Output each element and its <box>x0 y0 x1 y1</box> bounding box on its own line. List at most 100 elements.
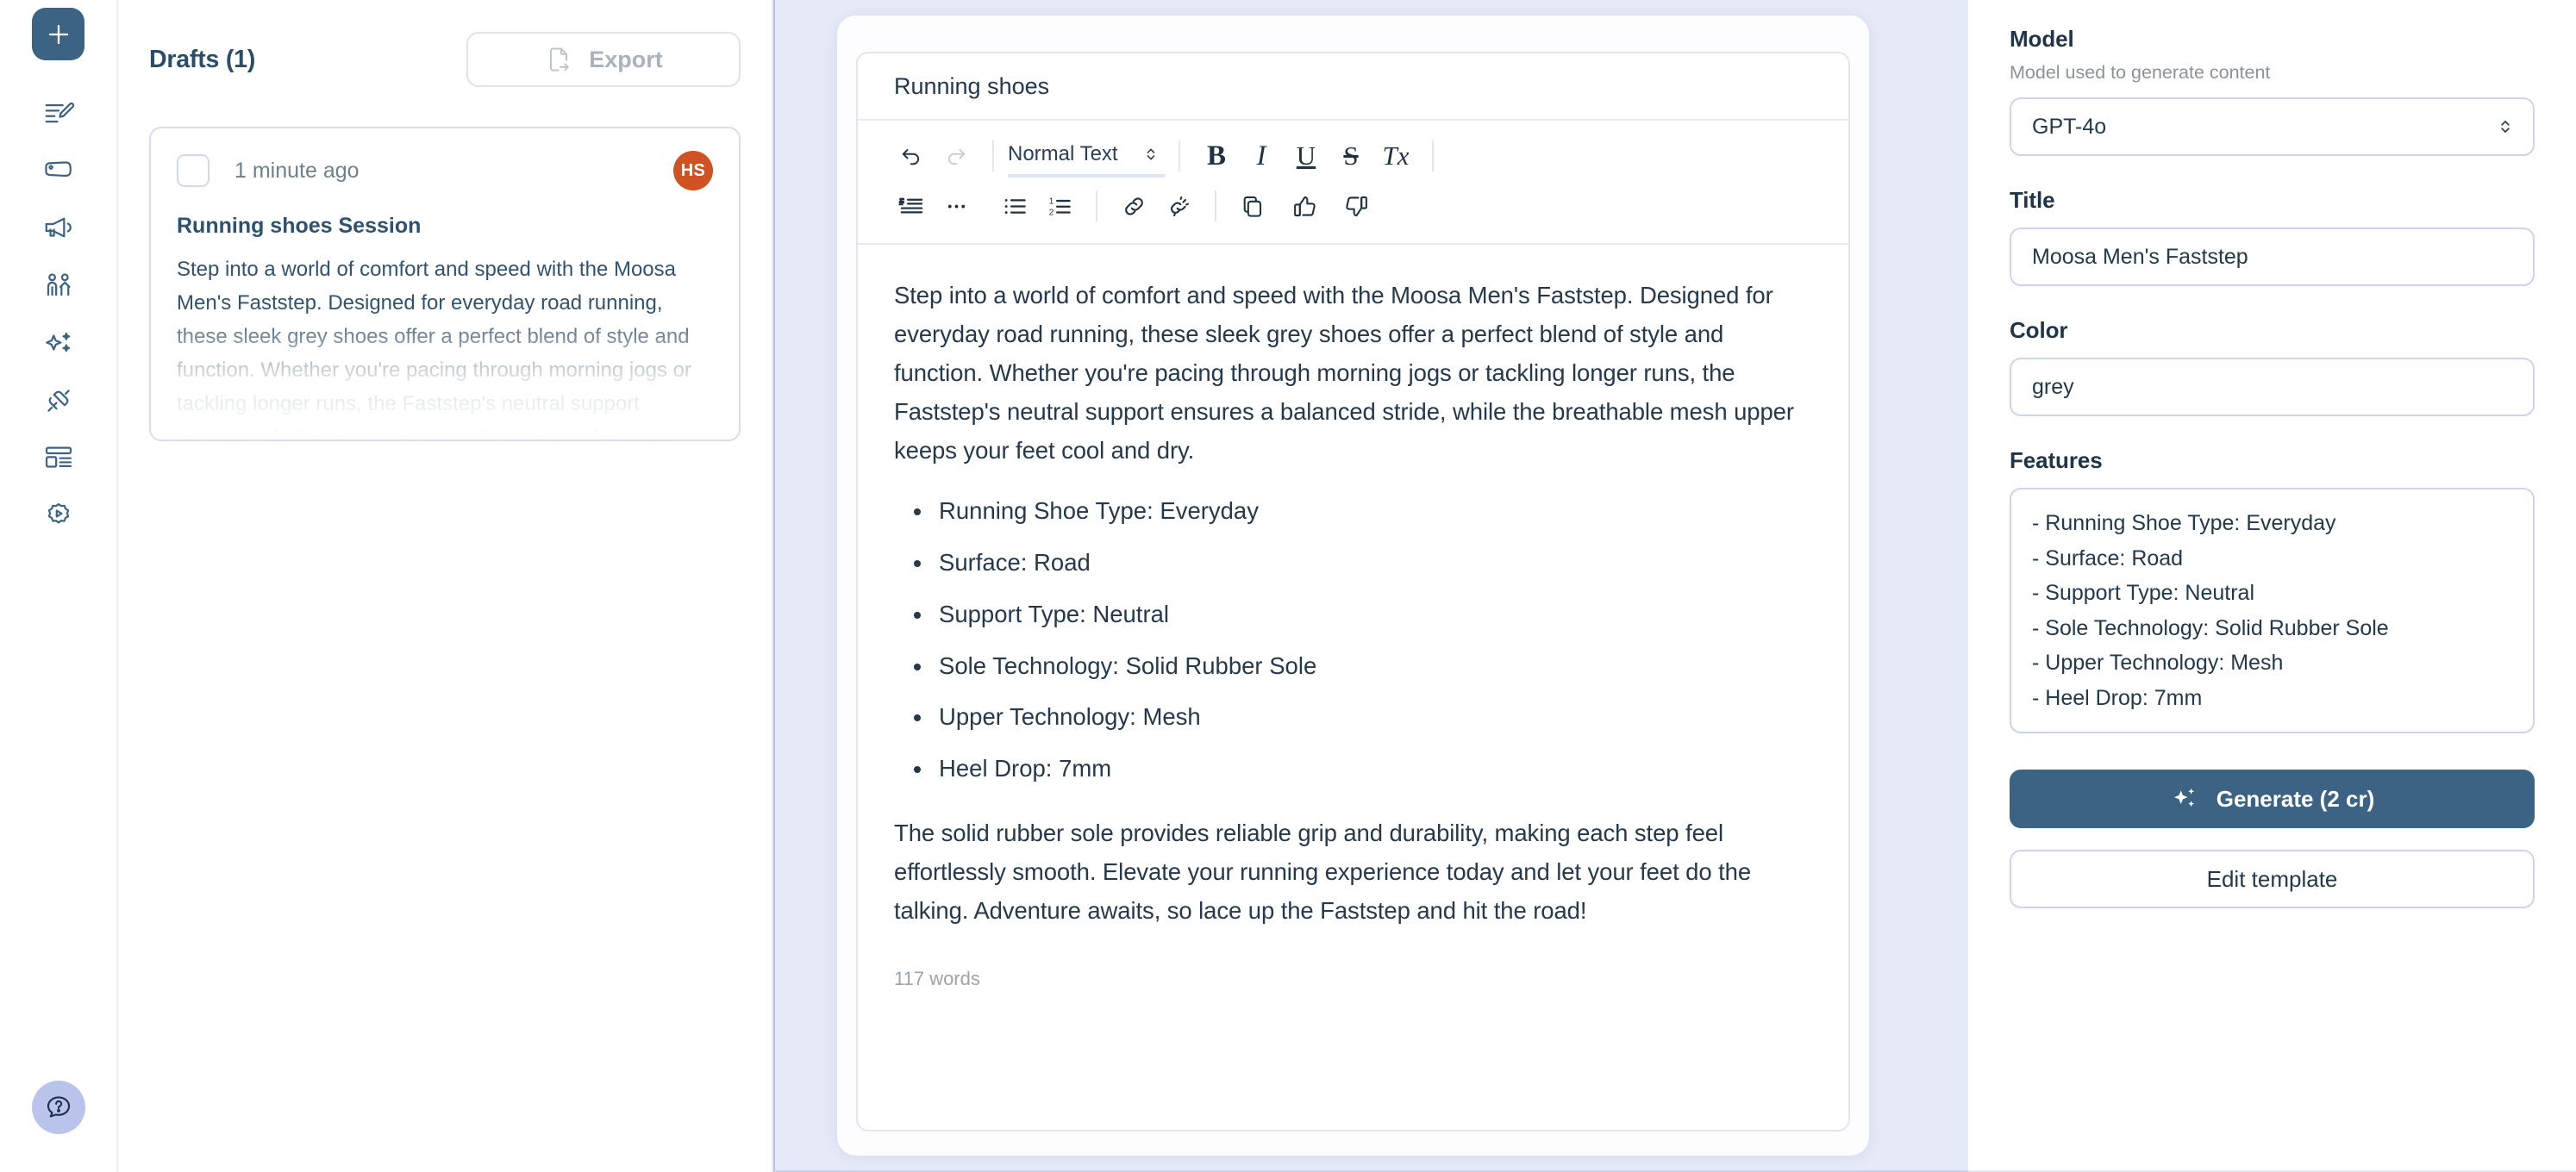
model-select[interactable]: GPT-4o <box>2010 97 2535 156</box>
edit-template-button[interactable]: Edit template <box>2010 850 2535 908</box>
document-edit-icon <box>45 102 74 122</box>
model-value: GPT-4o <box>2032 114 2107 139</box>
copy-button[interactable] <box>1230 184 1275 228</box>
link-button[interactable] <box>1111 184 1156 228</box>
copy-icon <box>1243 196 1261 217</box>
toolbar-row-2: 1 2 <box>889 181 1817 231</box>
document-title[interactable]: Running shoes <box>858 53 1848 121</box>
list-item: Running Shoe Type: Everyday <box>934 496 1812 527</box>
sidebar-item-integrations[interactable] <box>28 371 90 429</box>
list-item: Surface: Road <box>934 547 1812 578</box>
editor-card: Running shoes Normal Text B I U S Tx 1 2… <box>856 52 1850 1131</box>
sidebar-item-campaigns[interactable] <box>28 198 90 256</box>
undo-button[interactable] <box>889 134 934 178</box>
redo-icon <box>947 149 966 165</box>
editor-page-sheet: Running shoes Normal Text B I U S Tx 1 2… <box>837 16 1869 1156</box>
bold-button[interactable]: B <box>1194 134 1239 178</box>
drafts-title: Drafts (1) <box>149 45 256 73</box>
toolbar-divider <box>1432 140 1434 171</box>
link-icon <box>1124 196 1143 215</box>
avatar: HS <box>673 151 713 190</box>
export-button[interactable]: Export <box>466 32 741 87</box>
people-icon <box>47 272 71 296</box>
list-item: Heel Drop: 7mm <box>934 753 1812 784</box>
export-label: Export <box>589 46 663 72</box>
sidebar-item-templates[interactable] <box>28 429 90 487</box>
document-paragraph-1: Step into a world of comfort and speed w… <box>894 282 1794 464</box>
clear-format-label: Tx <box>1382 140 1410 171</box>
generate-label: Generate (2 cr) <box>2216 785 2375 812</box>
badge-play-icon <box>47 502 69 523</box>
draft-card[interactable]: 1 minute ago HS Running shoes Session St… <box>149 127 741 441</box>
underline-button[interactable]: U <box>1284 134 1329 178</box>
model-label: Model <box>2010 26 2074 52</box>
numbered-list-icon: 1 2 <box>1048 196 1071 217</box>
toolbar-divider <box>992 140 994 171</box>
features-section: Features - Running Shoe Type: Everyday -… <box>2010 447 2535 733</box>
app-root: Drafts (1) Export 1 minute ago HS Runnin… <box>0 0 2576 1172</box>
color-label: Color <box>2010 317 2068 343</box>
strikethrough-label: S <box>1343 140 1359 171</box>
drafts-panel: Drafts (1) Export 1 minute ago HS Runnin… <box>118 0 773 1172</box>
sidebar-item-ai[interactable] <box>28 314 90 371</box>
features-textarea[interactable]: - Running Shoe Type: Everyday - Surface:… <box>2010 488 2535 733</box>
thumbs-down-button[interactable] <box>1334 184 1379 228</box>
bullet-list-icon <box>1004 198 1026 214</box>
title-value: Moosa Men's Faststep <box>2032 244 2248 269</box>
title-section: Title Moosa Men's Faststep <box>2010 187 2535 286</box>
chevron-updown-icon <box>1147 148 1155 160</box>
blockquote-button[interactable] <box>889 184 934 228</box>
draft-session-name: Running shoes Session <box>177 214 422 238</box>
redo-button[interactable] <box>934 134 979 178</box>
settings-panel: Model Model used to generate content GPT… <box>1968 0 2576 1172</box>
sparkles-icon <box>2173 788 2194 807</box>
layout-icon <box>45 446 72 468</box>
horizontal-rule-button[interactable] <box>934 184 979 228</box>
draft-card-header: 1 minute ago HS <box>177 151 713 190</box>
color-section: Color grey <box>2010 317 2535 416</box>
italic-button[interactable]: I <box>1239 134 1284 178</box>
features-label: Features <box>2010 447 2103 473</box>
bullet-list-button[interactable] <box>992 184 1037 228</box>
draft-select-checkbox[interactable] <box>177 154 209 187</box>
sidebar-item-tutorials[interactable] <box>28 487 90 545</box>
document-body[interactable]: Step into a world of comfort and speed w… <box>858 245 1848 1130</box>
thumbs-up-button[interactable] <box>1282 184 1327 228</box>
rail-item-list <box>28 83 90 545</box>
plus-icon <box>48 24 68 44</box>
word-count: 117 words <box>894 968 980 990</box>
document-bullet-list: Running Shoe Type: Everyday Surface: Roa… <box>894 496 1812 784</box>
horizontal-rule-icon <box>947 204 965 208</box>
model-section: Model Model used to generate content GPT… <box>2010 26 2535 156</box>
drafts-header: Drafts (1) Export <box>149 0 741 87</box>
editor-panel: Running shoes Normal Text B I U S Tx 1 2… <box>773 0 1968 1172</box>
title-input[interactable]: Moosa Men's Faststep <box>2010 228 2535 286</box>
sidebar-item-audience[interactable] <box>28 256 90 314</box>
model-help-text: Model used to generate content <box>2010 62 2271 83</box>
bold-label: B <box>1206 140 1226 171</box>
list-item: Sole Technology: Solid Rubber Sole <box>934 651 1812 682</box>
color-value: grey <box>2032 374 2074 399</box>
strikethrough-button[interactable]: S <box>1329 134 1373 178</box>
unlink-button[interactable] <box>1156 184 1201 228</box>
thumbs-down-icon <box>1345 196 1367 216</box>
new-item-button[interactable] <box>32 8 84 60</box>
blockquote-icon <box>898 197 922 213</box>
generate-button[interactable]: Generate (2 cr) <box>2010 770 2535 828</box>
left-icon-rail <box>0 0 118 1172</box>
sidebar-item-drafts[interactable] <box>28 83 90 140</box>
file-export-icon <box>550 47 569 72</box>
unlink-icon <box>1170 196 1189 216</box>
text-style-select[interactable]: Normal Text <box>1008 134 1165 178</box>
color-input[interactable]: grey <box>2010 358 2535 416</box>
thumbs-up-icon <box>1293 196 1316 216</box>
numbered-list-button[interactable]: 1 2 <box>1037 184 1082 228</box>
draft-preview-text: Step into a world of comfort and speed w… <box>177 258 691 441</box>
help-button[interactable] <box>31 1081 85 1134</box>
clear-format-button[interactable]: Tx <box>1373 134 1418 178</box>
draft-timestamp: 1 minute ago <box>234 158 360 183</box>
sidebar-item-tags[interactable] <box>28 140 90 198</box>
editor-toolbar: Normal Text B I U S Tx 1 2 <box>858 121 1848 245</box>
toolbar-divider <box>1096 190 1097 221</box>
title-label: Title <box>2010 187 2055 213</box>
